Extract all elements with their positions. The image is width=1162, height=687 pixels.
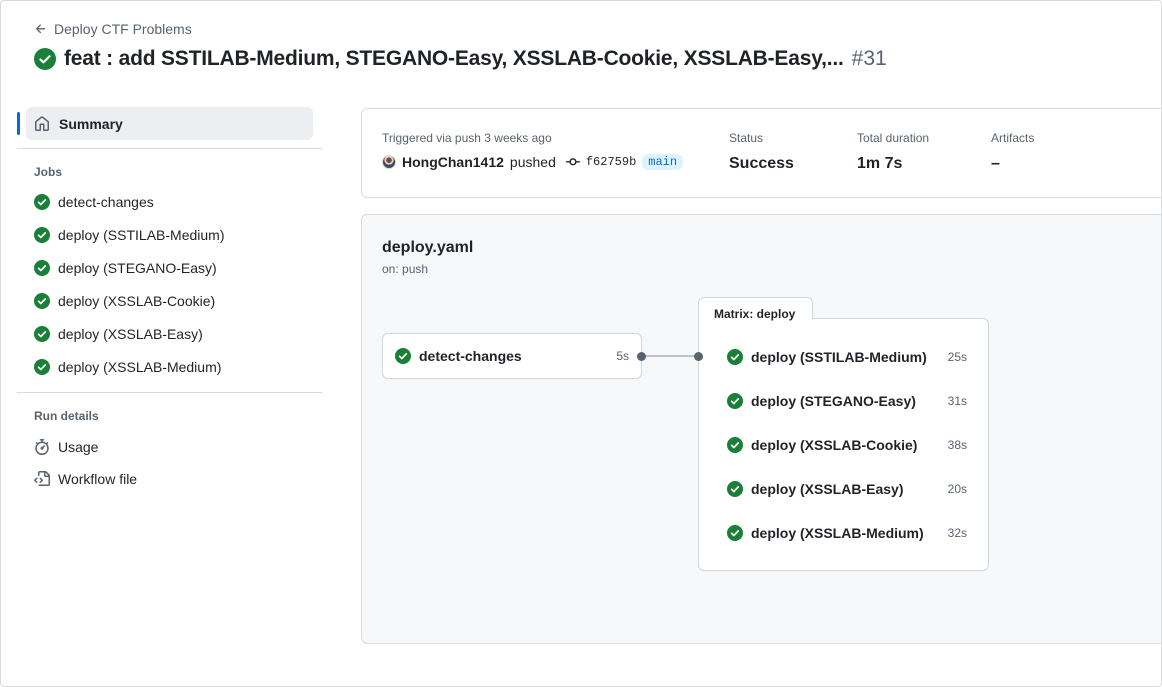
job-label: deploy (XSSLAB-Easy) <box>58 325 203 342</box>
artifacts-column: Artifacts – <box>991 131 1034 173</box>
workflow-file-name[interactable]: deploy.yaml <box>382 239 473 257</box>
sidebar-item-label: Workflow file <box>58 471 138 487</box>
success-check-icon <box>395 348 411 364</box>
run-details-list: Usage Workflow file <box>17 431 322 495</box>
sidebar-job-sstilab-medium[interactable]: deploy (SSTILAB-Medium) <box>17 218 322 251</box>
actor-link[interactable]: HongChan1412 <box>402 154 504 170</box>
artifacts-label: Artifacts <box>991 131 1035 145</box>
success-check-icon <box>34 226 50 243</box>
trigger-label: Triggered via push 3 weeks ago <box>382 131 552 145</box>
success-check-icon <box>34 358 50 375</box>
stopwatch-icon <box>35 439 49 455</box>
status-column: Status Success <box>729 131 794 173</box>
sidebar-item-label: Usage <box>58 439 99 455</box>
graph-job-duration: 32s <box>947 526 967 540</box>
graph-job-duration: 5s <box>616 349 629 363</box>
run-title: feat : add SSTILAB-Medium, STEGANO-Easy,… <box>64 47 844 70</box>
graph-job-duration: 20s <box>947 482 967 496</box>
success-check-icon <box>34 48 56 70</box>
divider <box>17 392 322 393</box>
graph-job-name: deploy (SSTILAB-Medium) <box>751 349 927 365</box>
sidebar-item-summary[interactable]: Summary <box>17 107 313 140</box>
git-commit-icon <box>565 158 580 166</box>
graph-job-xsslab-cookie[interactable]: deploy (XSSLAB-Cookie) 38s <box>727 433 967 457</box>
graph-job-name: deploy (STEGANO-Easy) <box>751 393 916 409</box>
sidebar-item-usage[interactable]: Usage <box>17 431 322 463</box>
sidebar-item-workflow-file[interactable]: Workflow file <box>17 463 322 495</box>
file-code-icon <box>34 471 50 486</box>
job-list: detect-changes deploy (SSTILAB-Medium) d… <box>17 185 322 383</box>
trigger-row: HongChan1412 pushed f62759b main <box>382 154 684 170</box>
avatar[interactable] <box>382 155 396 169</box>
app-frame: Deploy CTF Problems feat : add SSTILAB-M… <box>0 0 1162 687</box>
branch-badge[interactable]: main <box>642 154 684 170</box>
run-summary-card: Triggered via push 3 weeks ago HongChan1… <box>361 108 1161 198</box>
graph-job-name: deploy (XSSLAB-Easy) <box>751 481 904 497</box>
artifacts-value: – <box>991 155 1000 172</box>
success-check-icon <box>727 437 743 453</box>
duration-value: 1m 7s <box>857 155 903 172</box>
matrix-label: Matrix: deploy <box>698 297 813 321</box>
graph-job-name: deploy (XSSLAB-Cookie) <box>751 437 918 453</box>
job-connector <box>641 355 699 357</box>
success-check-icon <box>34 292 50 309</box>
status-label: Status <box>729 131 764 145</box>
page-title: feat : add SSTILAB-Medium, STEGANO-Easy,… <box>34 47 887 71</box>
back-link[interactable]: Deploy CTF Problems <box>34 21 192 37</box>
arrow-left-icon <box>35 24 46 34</box>
job-label: detect-changes <box>58 193 154 210</box>
back-link-label: Deploy CTF Problems <box>54 21 192 37</box>
success-check-icon <box>727 525 743 541</box>
sidebar-job-xsslab-cookie[interactable]: deploy (XSSLAB-Cookie) <box>17 284 322 317</box>
commit-sha-link[interactable]: f62759b <box>586 155 636 169</box>
divider <box>17 148 322 149</box>
push-action: pushed <box>509 154 556 170</box>
run-details-heading: Run details <box>34 409 99 423</box>
success-check-icon <box>727 481 743 497</box>
sidebar: Summary Jobs detect-changes deploy (SSTI… <box>17 107 322 495</box>
success-check-icon <box>34 325 50 342</box>
success-check-icon <box>34 193 50 210</box>
run-number: #31 <box>851 47 887 70</box>
duration-label: Total duration <box>857 131 930 145</box>
connector-dot <box>694 352 703 361</box>
success-check-icon <box>727 393 743 409</box>
graph-job-name: detect-changes <box>419 348 522 364</box>
graph-job-duration: 31s <box>947 394 967 408</box>
active-indicator <box>17 112 20 135</box>
graph-job-sstilab-medium[interactable]: deploy (SSTILAB-Medium) 25s <box>727 345 967 369</box>
graph-job-detect-changes[interactable]: detect-changes 5s <box>382 333 642 379</box>
home-icon <box>35 115 49 131</box>
status-value: Success <box>729 155 794 172</box>
duration-column: Total duration 1m 7s <box>857 131 929 173</box>
job-label: deploy (STEGANO-Easy) <box>58 259 217 276</box>
job-label: deploy (XSSLAB-Cookie) <box>58 292 216 309</box>
sidebar-job-detect-changes[interactable]: detect-changes <box>17 185 322 218</box>
graph-job-stegano-easy[interactable]: deploy (STEGANO-Easy) 31s <box>727 389 967 413</box>
workflow-trigger: on: push <box>382 262 429 276</box>
graph-job-duration: 25s <box>947 350 967 364</box>
trigger-column: Triggered via push 3 weeks ago HongChan1… <box>382 131 684 170</box>
job-label: deploy (SSTILAB-Medium) <box>58 226 225 243</box>
graph-job-name: deploy (XSSLAB-Medium) <box>751 525 924 541</box>
sidebar-job-stegano-easy[interactable]: deploy (STEGANO-Easy) <box>17 251 322 284</box>
workflow-graph: deploy.yaml on: push detect-changes 5s M… <box>361 214 1161 644</box>
graph-job-duration: 38s <box>947 438 967 452</box>
sidebar-job-xsslab-medium[interactable]: deploy (XSSLAB-Medium) <box>17 350 322 383</box>
graph-job-xsslab-easy[interactable]: deploy (XSSLAB-Easy) 20s <box>727 477 967 501</box>
graph-job-xsslab-medium[interactable]: deploy (XSSLAB-Medium) 32s <box>727 521 967 545</box>
success-check-icon <box>727 349 743 365</box>
job-label: deploy (XSSLAB-Medium) <box>58 358 222 375</box>
jobs-heading: Jobs <box>34 165 63 179</box>
connector-dot <box>637 352 646 361</box>
sidebar-item-label: Summary <box>59 115 123 132</box>
sidebar-job-xsslab-easy[interactable]: deploy (XSSLAB-Easy) <box>17 317 322 350</box>
success-check-icon <box>34 259 50 276</box>
matrix-group: deploy (SSTILAB-Medium) 25s deploy (STEG… <box>698 318 989 571</box>
